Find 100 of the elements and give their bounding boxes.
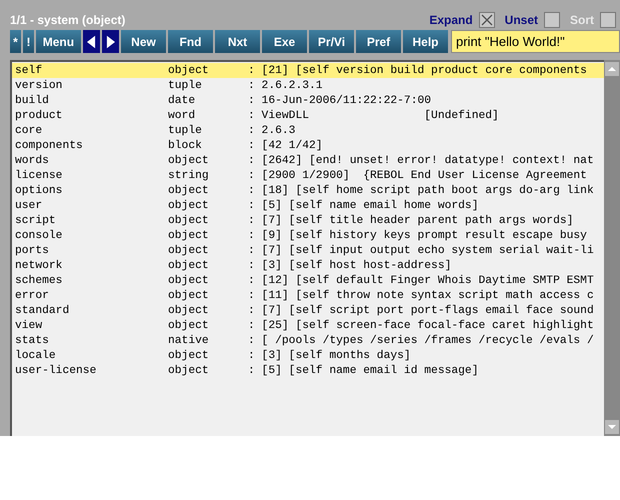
word-value: : [3] [self months days] (248, 350, 411, 362)
word-name: view (15, 320, 44, 332)
word-name: error (15, 290, 50, 302)
scrollbar[interactable] (604, 60, 620, 436)
toolbar-button[interactable]: * (10, 30, 21, 53)
list-row[interactable]: version tuple : 2.6.2.3.1 (12, 78, 604, 93)
word-value: : [7] [self script port port-flags email face sound (248, 304, 594, 316)
list-row[interactable]: words object : [2642] [end! unset! error! datatype! context! nat (12, 153, 604, 168)
word-value: : [42 1/42] (248, 140, 323, 152)
word-value: : 2.6.3 (248, 124, 296, 136)
list-row[interactable]: build date : 16-Jun-2006/11:22:22-7:00 (12, 93, 604, 108)
word-name: standard (15, 304, 70, 316)
toolbar-button[interactable]: Pr/Vi (309, 30, 354, 53)
toolbar-button[interactable]: Pref (356, 30, 401, 53)
toolbar-button[interactable]: Fnd (168, 30, 213, 53)
toolbar-button[interactable]: Nxt (215, 30, 260, 53)
checkbox[interactable] (544, 12, 560, 28)
word-value: : [18] [self home script path boot args do-arg link (248, 184, 594, 196)
left-triangle-icon (86, 34, 96, 48)
word-type: object (168, 244, 210, 256)
word-type: block (168, 140, 203, 152)
word-type: object (168, 350, 210, 362)
word-type: object (168, 304, 210, 316)
list-row[interactable]: console object : [9] [self history keys prompt result escape busy (12, 228, 604, 243)
toolbar-button[interactable]: Help (403, 30, 448, 53)
word-type: tuple (168, 80, 203, 92)
command-field[interactable]: print "Hello World!" (451, 30, 620, 53)
word-value: : [3] [self host host-address] (248, 260, 452, 272)
word-name: core (15, 124, 44, 136)
toolbar-button[interactable]: ! (22, 30, 34, 53)
word-name: license (15, 170, 64, 182)
list-row[interactable]: product word : ViewDLL [Undefined] (12, 108, 604, 123)
word-name: stats (15, 334, 50, 346)
word-type: date (168, 94, 196, 106)
list-row[interactable]: stats native : [ /pools /types /series /frames /recycle /evals / (12, 333, 604, 348)
option-label: Unset (504, 12, 538, 26)
list-row[interactable]: view object : [25] [self screen-face focal-face caret highlight (12, 318, 604, 333)
scroll-up-icon[interactable] (605, 62, 619, 76)
word-value: : 16-Jun-2006/11:22:22-7:00 (248, 94, 432, 106)
word-type: object (168, 274, 210, 286)
toolbar-button[interactable]: Menu (36, 30, 81, 53)
word-name: version (15, 80, 64, 92)
word-value: : 2.6.2.3.1 (248, 80, 323, 92)
word-value: : [12] [self default Finger Whois Daytime SMTP ESMT (248, 274, 594, 286)
list-row[interactable]: user-license object : [5] [self name email id message] (12, 363, 604, 378)
scroll-down-icon[interactable] (605, 420, 619, 434)
forward-button[interactable] (102, 30, 119, 53)
word-name: user-license (15, 364, 98, 376)
list-row[interactable]: script object : [7] [self title header parent path args words] (12, 213, 604, 228)
word-type: object (168, 290, 210, 302)
list-row[interactable]: user object : [5] [self name email home words] (12, 198, 604, 213)
word-value: : [2900 1/2900] {REBOL End User License Agreement (248, 170, 587, 182)
word-value: : [11] [self throw note syntax script math access c (248, 290, 594, 302)
list-row[interactable]: self object : [21] [self version build product core components (12, 63, 604, 78)
word-type: object (168, 154, 210, 166)
list-row[interactable]: error object : [11] [self throw note syntax script math access c (12, 288, 604, 303)
word-value: : [5] [self name email id message] (248, 364, 478, 376)
list-row[interactable]: license string : [2900 1/2900] {REBOL End User License Agreement (12, 168, 604, 183)
list-row[interactable]: core tuple : 2.6.3 (12, 123, 604, 138)
word-value: : ViewDLL [Undefined] (248, 110, 499, 122)
back-button[interactable] (82, 30, 100, 53)
word-name: options (15, 184, 64, 196)
word-type: object (168, 214, 210, 226)
toolbar-button[interactable]: Exe (262, 30, 307, 53)
word-name: console (15, 230, 64, 242)
list-row[interactable]: standard object : [7] [self script port port-flags email face sound (12, 303, 604, 318)
word-value: : [5] [self name email home words] (248, 200, 478, 212)
word-name: words (15, 154, 50, 166)
word-value: : [7] [self input output echo system serial wait-li (248, 244, 594, 256)
option-label: Expand (429, 12, 473, 26)
list-row[interactable]: components block : [42 1/42] (12, 138, 604, 153)
word-name: script (15, 214, 57, 226)
word-type: object (168, 320, 210, 332)
word-value: : [25] [self screen-face focal-face caret highlight (248, 320, 594, 332)
toolbar-button[interactable]: New (121, 30, 166, 53)
list-row[interactable]: network object : [3] [self host host-address] (12, 258, 604, 273)
word-name: user (15, 200, 44, 212)
list-row[interactable]: options object : [18] [self home script path boot args do-arg link (12, 183, 604, 198)
word-value: : [ /pools /types /series /frames /recycle /evals / (248, 334, 594, 346)
word-type: object (168, 364, 210, 376)
list-row[interactable]: ports object : [7] [self input output echo system serial wait-li (12, 243, 604, 258)
checkbox[interactable] (478, 12, 495, 28)
word-name: components (15, 140, 84, 152)
word-type: string (168, 170, 210, 182)
word-type: object (168, 260, 210, 272)
word-value: : [21] [self version build product core components (248, 64, 587, 76)
list-row[interactable]: locale object : [3] [self months days] (12, 348, 604, 363)
word-name: locale (15, 350, 57, 362)
word-value: : [9] [self history keys prompt result escape busy (248, 230, 587, 242)
word-name: product (15, 110, 64, 122)
word-value: : [7] [self title header parent path args words] (248, 214, 574, 226)
word-name: network (15, 260, 64, 272)
list-row[interactable]: schemes object : [12] [self default Finger Whois Daytime SMTP ESMT (12, 273, 604, 288)
word-type: tuple (168, 124, 203, 136)
word-type: word (168, 110, 196, 122)
word-type: object (168, 64, 210, 76)
word-name: self (15, 64, 44, 76)
word-type: object (168, 184, 210, 196)
word-type: object (168, 230, 210, 242)
option-label: Sort (570, 12, 594, 26)
